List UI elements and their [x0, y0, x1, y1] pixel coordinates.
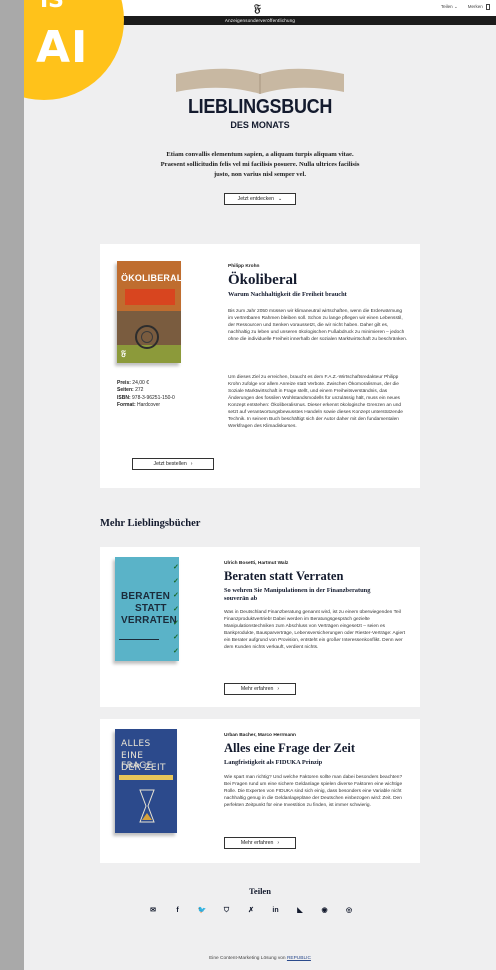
- chevron-right-icon: ›: [277, 840, 280, 846]
- book-title: Alles eine Frage der Zeit: [224, 741, 355, 755]
- messenger-icon[interactable]: ◉: [320, 906, 330, 916]
- cover-strip: [125, 289, 175, 305]
- cover-line: VERRATEN: [121, 615, 177, 626]
- book-title: Beraten statt Verraten: [224, 569, 344, 583]
- discover-label: Jetzt entdecken: [237, 196, 274, 202]
- learn-more-button[interactable]: Mehr erfahren ›: [224, 837, 296, 849]
- order-label: Jetzt bestellen: [153, 461, 187, 467]
- book-author: Ulrich Bosetti, Hartmut Walz: [224, 561, 289, 566]
- footer-text: Eine Content-Marketing Lösung von: [209, 956, 286, 961]
- share-menu-label: Teilen: [440, 4, 453, 9]
- check-icon: ✓: [173, 648, 179, 655]
- cover-line: BERATEN: [121, 591, 170, 602]
- ai-badge-top-text: IS: [40, 0, 65, 13]
- share-heading: Teilen: [249, 886, 271, 896]
- check-icon: ✓: [173, 634, 179, 641]
- cover-publisher-logo: 𝔉: [121, 349, 127, 358]
- learn-more-label: Mehr erfahren: [240, 840, 274, 846]
- check-icon: ✓: [173, 606, 179, 613]
- hourglass-icon: [139, 789, 155, 823]
- spec-label: Format:: [117, 402, 136, 409]
- pocket-icon[interactable]: ⛉: [222, 906, 232, 916]
- book-subtitle: So wehren Sie Manipulationen in der Fina…: [224, 587, 371, 602]
- check-icon: ✓: [173, 592, 179, 599]
- spec-label: ISBN:: [117, 394, 131, 401]
- chevron-right-icon: ›: [277, 686, 280, 692]
- mail-icon[interactable]: ✉: [148, 906, 158, 916]
- book-author: Philipp Krohn: [228, 264, 260, 269]
- ai-badge-label: AI: [36, 22, 89, 73]
- book-cover[interactable]: BERATEN STATT VERRATEN ✓ ✓ ✓ ✓ ✓ ✓ ✓: [115, 557, 179, 661]
- spec-value: 978-3-96251-150-0: [132, 394, 175, 401]
- book-cover[interactable]: ALLES EINE FRAGE DER ZEIT: [115, 729, 177, 833]
- top-actions: Teilen ⌄ Merken: [441, 4, 490, 10]
- cover-rule: [119, 639, 159, 640]
- share-menu-button[interactable]: Teilen ⌄: [441, 4, 458, 10]
- learn-more-label: Mehr erfahren: [240, 686, 274, 692]
- cover-line: ALLES: [121, 739, 151, 749]
- bookmark-button[interactable]: Merken: [468, 4, 490, 10]
- book-card: BERATEN STATT VERRATEN ✓ ✓ ✓ ✓ ✓ ✓ ✓ Ulr…: [100, 547, 420, 707]
- book-description: Was in Deutschland Finanzberatung genann…: [224, 610, 406, 650]
- flipboard-icon[interactable]: ◣: [295, 906, 305, 916]
- ai-badge: IS AI: [24, 0, 124, 100]
- chevron-right-icon: ›: [190, 461, 193, 467]
- book-title: Ökoliberal: [228, 272, 298, 288]
- bicycle-wheel-inner: [141, 331, 153, 343]
- book-card: ALLES EINE FRAGE DER ZEIT Urban Bacher, …: [100, 719, 420, 863]
- check-icon: ✓: [173, 620, 179, 627]
- more-books-heading: Mehr Lieblingsbücher: [100, 518, 201, 529]
- spec-isbn: ISBN: 978-3-96251-150-0: [117, 395, 175, 402]
- bookmark-label: Merken: [467, 4, 483, 10]
- featured-book-card: ÖKOLIBERAL 𝔉 Preis: 24,00 € Seiten: 272 …: [100, 244, 420, 488]
- featured-book-cover[interactable]: ÖKOLIBERAL 𝔉: [117, 261, 181, 363]
- book-description-1: Bis zum Jahr 2050 müssen wir klimaneutra…: [228, 309, 408, 342]
- spec-format: Format: Hardcover: [117, 402, 175, 409]
- footer-brand-link[interactable]: REPUBLIC: [287, 956, 311, 961]
- chevron-down-icon: ⌄: [453, 4, 458, 9]
- book-description: Wie spart man richtig? Und welche Faktor…: [224, 775, 403, 808]
- check-icon: ✓: [173, 564, 179, 571]
- xing-icon[interactable]: ✗: [246, 906, 256, 916]
- hero-subtitle: DES MONATS: [230, 120, 290, 130]
- faz-logo[interactable]: 𝔉: [254, 2, 261, 16]
- book-description-2: Um dieses Ziel zu erreichen, braucht es …: [228, 375, 403, 429]
- book-specs: Preis: 24,00 € Seiten: 272 ISBN: 978-3-9…: [117, 380, 175, 410]
- cover-band: [119, 775, 173, 780]
- cover-title: ÖKOLIBERAL: [121, 273, 181, 283]
- spec-label: Preis:: [117, 380, 131, 386]
- cover-line: DER ZEIT: [121, 763, 166, 773]
- spec-label: Seiten:: [117, 387, 134, 394]
- page: IS AI 𝔉 Teilen ⌄ Merken Anzeigensonderve…: [24, 0, 496, 970]
- spec-value: Hardcover: [137, 402, 161, 409]
- chevron-down-icon: ⌄: [277, 196, 283, 202]
- hero-title: LIEBLINGSBUCH: [187, 94, 333, 118]
- whatsapp-icon[interactable]: ◎: [344, 906, 354, 916]
- spec-price: Preis: 24,00 €: [117, 380, 175, 387]
- learn-more-button[interactable]: Mehr erfahren ›: [224, 683, 296, 695]
- spec-value: 24,00 €: [132, 380, 149, 386]
- order-button[interactable]: Jetzt bestellen ›: [132, 458, 214, 470]
- share-buttons: ✉ f 🐦 ⛉ ✗ in ◣ ◉ ◎: [148, 906, 354, 916]
- book-subtitle: Langfristigkeit als FIDUKA Prinzip: [224, 759, 323, 766]
- open-book-icon: [176, 68, 344, 94]
- spec-value: 272: [135, 387, 144, 394]
- linkedin-icon[interactable]: in: [271, 906, 281, 916]
- discover-button[interactable]: Jetzt entdecken ⌄: [224, 193, 296, 205]
- twitter-icon[interactable]: 🐦: [197, 906, 207, 916]
- check-icon: ✓: [173, 578, 179, 585]
- footer: Eine Content-Marketing Lösung von REPUBL…: [24, 956, 496, 961]
- bookmark-icon: [486, 4, 490, 10]
- book-subtitle: Warum Nachhaltigkeit die Freiheit brauch…: [228, 291, 347, 298]
- hero-intro: Etiam convallis elementum sapien, a aliq…: [160, 151, 360, 178]
- facebook-icon[interactable]: f: [173, 906, 183, 916]
- spec-pages: Seiten: 272: [117, 387, 175, 394]
- book-author: Urban Bacher, Marco Herrmann: [224, 733, 296, 738]
- cover-line: STATT: [135, 603, 167, 614]
